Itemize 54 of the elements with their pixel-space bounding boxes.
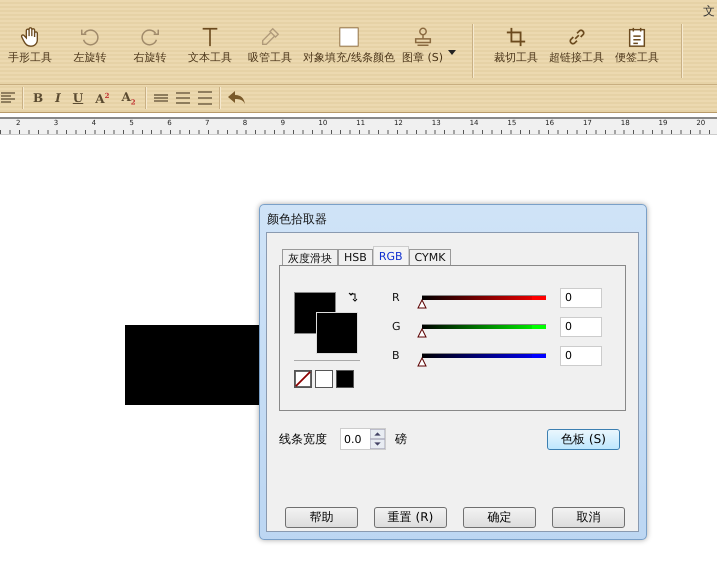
fill-color-swatch[interactable] (316, 312, 358, 354)
slider-thumb[interactable] (417, 299, 427, 309)
tab[interactable]: 灰度滑块 (282, 249, 338, 265)
line-width-label: 线条宽度 (279, 430, 327, 448)
palette-button[interactable]: 色板 (S) (547, 428, 620, 450)
toolbar-button[interactable]: 手形工具 (0, 22, 60, 64)
value-field[interactable]: 0 (560, 316, 602, 336)
align-justify-icon[interactable] (174, 90, 191, 106)
line-width-spinner[interactable]: 0.0 (340, 428, 386, 450)
dialog-title: 颜色拾取器 (266, 211, 328, 228)
note-icon (626, 26, 648, 48)
toolbar-button[interactable]: 便签工具 (607, 22, 667, 64)
tab[interactable]: HSB (338, 249, 373, 265)
channel-label: B (392, 349, 401, 362)
toolbar-button[interactable]: 图章 (S) (398, 22, 458, 64)
channel-label: R (392, 291, 401, 304)
square-icon (338, 26, 360, 48)
dialog-button[interactable]: 确定 (463, 507, 536, 528)
align-distributed-icon[interactable] (196, 90, 213, 106)
default-stroke-swatch[interactable] (336, 370, 354, 388)
dialog-button[interactable]: 重置 (R) (374, 507, 447, 528)
toolbar-button[interactable]: 右旋转 (120, 22, 180, 64)
unit-label: 磅 (395, 430, 407, 448)
dialog-button[interactable]: 帮助 (285, 507, 358, 528)
toolbar-button[interactable]: 超链接工具 (546, 22, 607, 64)
undo-icon[interactable] (226, 90, 247, 106)
default-fill-swatch[interactable] (315, 370, 333, 388)
caret-icon (448, 50, 456, 55)
format-button[interactable]: A$_{2}$ (118, 90, 139, 106)
tab[interactable]: RGB (372, 246, 409, 265)
toolbar-button[interactable]: 文本工具 (180, 22, 240, 64)
no-color-swatch[interactable] (294, 370, 312, 388)
slider-thumb[interactable] (417, 357, 427, 367)
toolbar-button[interactable]: 吸管工具 (240, 22, 300, 64)
dialog-button[interactable]: 取消 (552, 507, 625, 528)
app-title: 文 (703, 2, 715, 20)
tab[interactable]: CYMK (408, 249, 452, 265)
format-button[interactable]: U (70, 91, 86, 105)
spin-up-icon[interactable] (370, 429, 385, 439)
spin-down-icon[interactable] (370, 439, 385, 449)
value-field[interactable]: 0 (560, 346, 602, 366)
value-field[interactable]: 0 (560, 288, 602, 308)
swap-icon[interactable] (348, 292, 358, 302)
toolbar-button[interactable]: 裁切工具 (486, 22, 546, 64)
hand-icon (19, 26, 41, 48)
toolbar-button[interactable]: 对象填充/线条颜色 (300, 22, 398, 64)
channel-label: G (392, 320, 402, 333)
toolbar-button[interactable]: 左旋转 (60, 22, 120, 64)
slider-thumb[interactable] (417, 328, 427, 338)
format-button[interactable]: B (30, 91, 46, 105)
format-button[interactable]: A$^{2}$ (92, 90, 112, 106)
format-button[interactable]: I (52, 91, 64, 105)
eyedropper-icon (259, 26, 281, 48)
crop-icon (505, 26, 527, 48)
